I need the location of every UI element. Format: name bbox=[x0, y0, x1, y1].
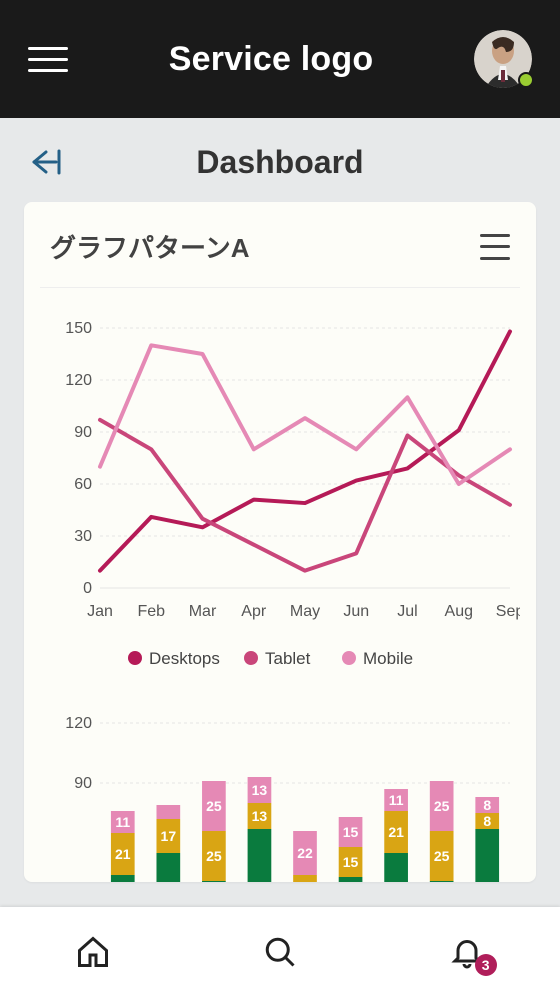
svg-text:May: May bbox=[290, 603, 320, 620]
svg-text:30: 30 bbox=[74, 528, 92, 545]
svg-text:60: 60 bbox=[74, 476, 92, 493]
svg-text:Jan: Jan bbox=[87, 603, 113, 620]
svg-text:11: 11 bbox=[115, 814, 130, 830]
svg-text:Apr: Apr bbox=[241, 603, 267, 620]
svg-text:11: 11 bbox=[389, 792, 404, 808]
svg-text:Desktops: Desktops bbox=[149, 649, 220, 668]
svg-text:17: 17 bbox=[161, 828, 177, 844]
page-header: Dashboard bbox=[0, 118, 560, 192]
svg-text:Jul: Jul bbox=[397, 603, 417, 620]
svg-text:13: 13 bbox=[252, 782, 268, 798]
svg-text:8: 8 bbox=[483, 797, 491, 813]
bell-icon[interactable]: 3 bbox=[445, 930, 489, 974]
search-icon[interactable] bbox=[258, 930, 302, 974]
svg-text:Sep: Sep bbox=[496, 603, 520, 620]
svg-text:120: 120 bbox=[65, 372, 92, 389]
card-menu-icon[interactable] bbox=[480, 234, 510, 260]
svg-text:25: 25 bbox=[206, 848, 222, 864]
notification-badge: 3 bbox=[475, 954, 497, 976]
svg-text:15: 15 bbox=[343, 854, 359, 870]
menu-icon[interactable] bbox=[28, 39, 68, 79]
presence-indicator bbox=[518, 72, 534, 88]
back-icon[interactable] bbox=[26, 142, 66, 182]
bottom-nav: 3 bbox=[0, 907, 560, 997]
svg-text:150: 150 bbox=[65, 320, 92, 337]
svg-text:Aug: Aug bbox=[445, 603, 473, 620]
svg-text:Feb: Feb bbox=[137, 603, 165, 620]
chart-card: グラフパターンA 0 30 60 90 120 150 Jan Feb Mar Apr May Ju… bbox=[24, 202, 536, 882]
svg-text:Mar: Mar bbox=[189, 603, 217, 620]
svg-text:8: 8 bbox=[483, 813, 491, 829]
svg-text:Mobile: Mobile bbox=[363, 649, 413, 668]
svg-text:13: 13 bbox=[252, 808, 268, 824]
svg-text:21: 21 bbox=[115, 846, 131, 862]
svg-text:Jun: Jun bbox=[343, 603, 369, 620]
svg-text:120: 120 bbox=[65, 715, 92, 732]
svg-text:25: 25 bbox=[206, 798, 222, 814]
card-title: グラフパターンA bbox=[50, 228, 249, 265]
svg-text:21: 21 bbox=[388, 824, 404, 840]
svg-text:15: 15 bbox=[343, 824, 359, 840]
svg-text:90: 90 bbox=[74, 775, 92, 792]
svg-text:90: 90 bbox=[74, 424, 92, 441]
svg-text:22: 22 bbox=[297, 845, 313, 861]
page-title: Dashboard bbox=[66, 144, 494, 181]
app-bar: Service logo bbox=[0, 0, 560, 118]
avatar[interactable] bbox=[474, 30, 532, 88]
svg-text:25: 25 bbox=[434, 798, 450, 814]
svg-text:Tablet: Tablet bbox=[265, 649, 311, 668]
svg-text:25: 25 bbox=[434, 848, 450, 864]
home-icon[interactable] bbox=[71, 930, 115, 974]
line-chart: 0 30 60 90 120 150 Jan Feb Mar Apr May Jun Jul Aug Se… bbox=[40, 288, 520, 703]
brand-title: Service logo bbox=[169, 40, 374, 79]
svg-text:0: 0 bbox=[83, 580, 92, 597]
bar-chart: 90120 4421115517412525671313222222431515… bbox=[40, 703, 520, 882]
